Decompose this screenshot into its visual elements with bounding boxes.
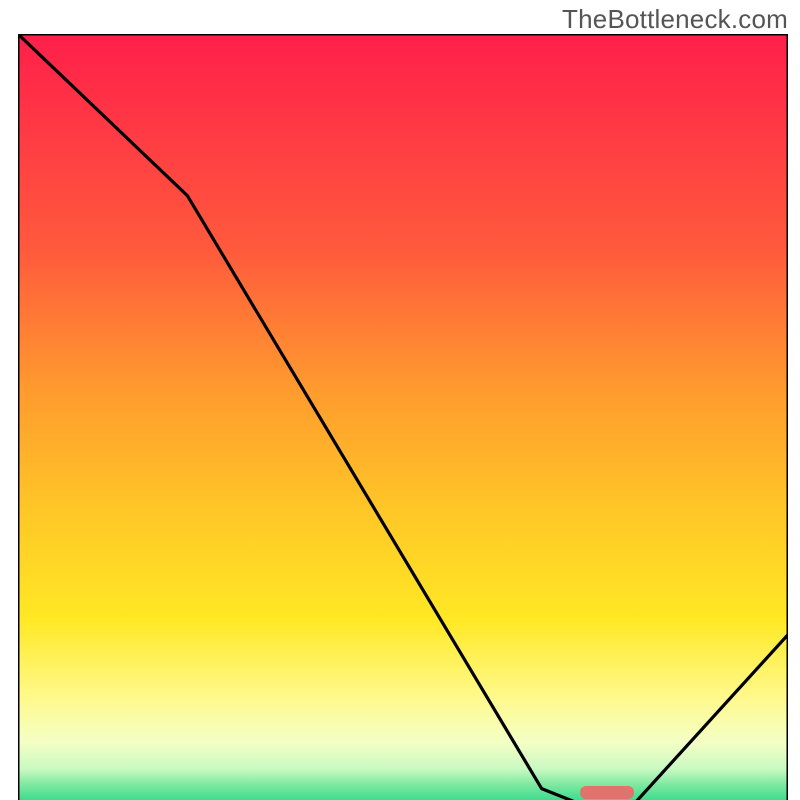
plot-area bbox=[18, 34, 788, 800]
chart-frame: TheBottleneck.com bbox=[0, 0, 800, 800]
gradient-background bbox=[18, 34, 788, 800]
chart-svg bbox=[18, 34, 788, 800]
ideal-range-marker bbox=[580, 786, 634, 799]
watermark-text: TheBottleneck.com bbox=[562, 4, 788, 35]
